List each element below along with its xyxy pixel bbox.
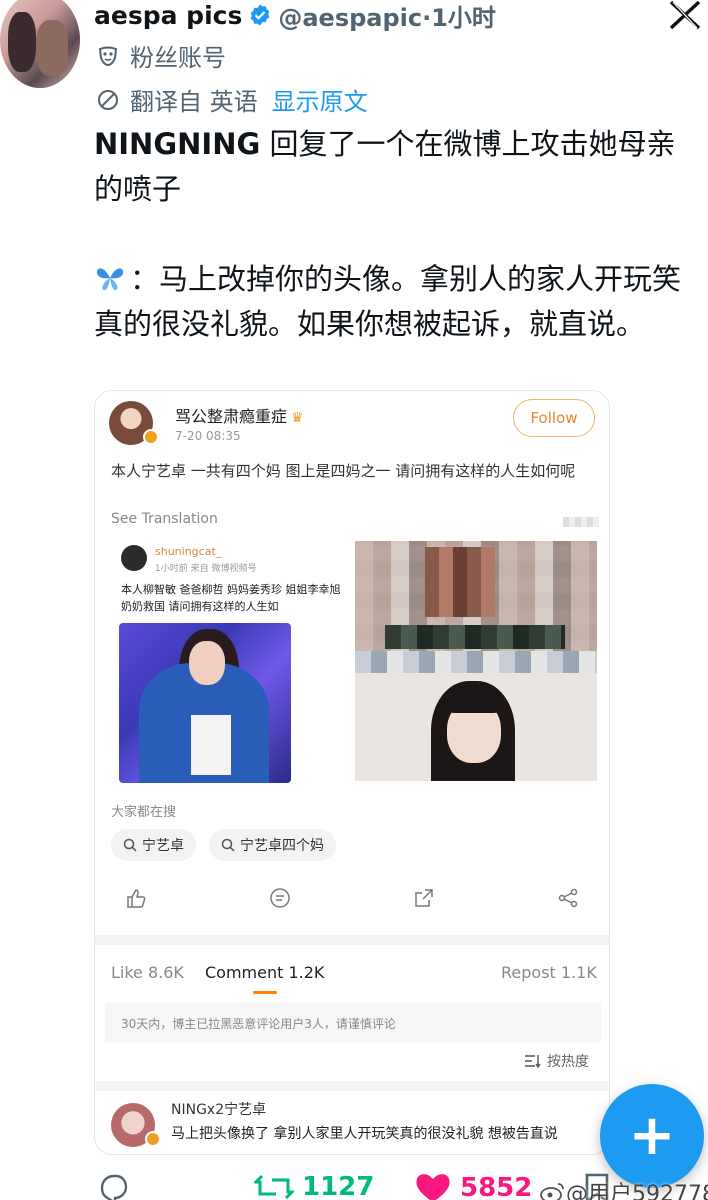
fan-account-label: 粉丝账号 — [96, 38, 226, 73]
retweet-button[interactable]: 1127 — [254, 1172, 374, 1200]
weibo-watermark: @用户592778a — [540, 1176, 708, 1200]
inner-avatar — [121, 545, 147, 571]
trending-search-label: 大家都在搜 — [111, 805, 177, 820]
plus-icon: + — [628, 1103, 676, 1168]
translate-icon — [98, 89, 118, 110]
retweet-icon — [254, 1174, 294, 1200]
inner-text: 本人柳智敏 爸爸柳哲 妈妈姜秀珍 姐姐李幸旭 奶奶救国 请问拥有这样的人生如 — [121, 583, 341, 613]
active-tab-underline — [253, 991, 277, 994]
section-divider — [95, 935, 609, 945]
translation-info: 翻译自 英语 显示原文 — [96, 82, 368, 117]
tweet-body: NINGNING 回复了一个在微博上攻击她母亲的喷子 ：马上改掉你的头像。拿别人… — [94, 122, 694, 347]
commenter-badge-icon — [145, 1131, 161, 1147]
weibo-time: 7-20 08:35 — [175, 429, 241, 443]
weibo-username: 骂公整肃瘾重症 ♛ — [175, 407, 304, 426]
repost-count: Repost 1.1K — [501, 963, 597, 982]
retweet-count: 1127 — [302, 1172, 375, 1200]
handle-and-time[interactable]: @aespapic·1小时 — [278, 0, 496, 33]
see-translation: See Translation — [111, 511, 218, 527]
tweet-text-quote: ：马上改掉你的头像。拿别人的家人开玩笑真的很没礼貌。如果你想被起诉，就直说。 — [94, 262, 682, 341]
pixelated-blur — [563, 517, 599, 527]
comment-icon — [270, 888, 290, 908]
heart-icon — [416, 1174, 450, 1200]
blue-butterfly-icon — [96, 268, 124, 291]
follow-button: Follow — [513, 399, 595, 437]
thumbs-up-icon — [127, 889, 146, 908]
show-original-link[interactable]: 显示原文 — [272, 82, 368, 117]
mosaic-photo-collage — [355, 541, 597, 781]
pixelated-photo — [355, 541, 597, 673]
section-divider — [95, 1081, 609, 1091]
like-button[interactable]: 5852 — [414, 1172, 532, 1200]
search-chip: 宁艺卓 — [111, 829, 196, 861]
weibo-post-text: 本人宁艺卓 一共有四个妈 图上是四妈之一 请问拥有这样的人生如何呢 — [111, 462, 576, 480]
performer-photo — [119, 623, 291, 783]
like-count: 5852 — [460, 1173, 533, 1200]
girl-photo — [355, 673, 597, 781]
search-icon — [221, 838, 235, 852]
display-name[interactable]: aespa pics — [94, 1, 242, 30]
inner-username: shuningcat_ — [155, 545, 222, 558]
inner-meta: 1小时前 来自 微博视频号 — [155, 564, 257, 574]
search-icon — [123, 838, 137, 852]
comment-count-tab: Comment 1.2K — [205, 963, 325, 982]
close-x-icon[interactable] — [668, 0, 702, 30]
comment-text: 马上把头像换了 拿别人家里人开玩笑真的很没礼貌 想被告直说 — [171, 1126, 558, 1142]
search-chip: 宁艺卓四个妈 — [209, 829, 336, 861]
weibo-vip-badge-icon — [143, 429, 159, 445]
commenter-username: NINGx2宁艺卓 — [171, 1102, 267, 1118]
sort-by-heat: 按热度 — [523, 1051, 589, 1071]
mask-icon — [98, 46, 118, 66]
inner-weibo-post: shuningcat_ 1小时前 来自 微博视频号 本人柳智敏 爸爸柳哲 妈妈姜… — [111, 539, 341, 789]
weibo-action-bar — [95, 887, 609, 917]
share-out-icon — [415, 889, 433, 907]
embedded-weibo-screenshot[interactable]: 骂公整肃瘾重症 ♛ 7-20 08:35 Follow 本人宁艺卓 一共有四个妈 … — [94, 390, 610, 1155]
reply-icon — [100, 1174, 128, 1200]
moderation-notice: 30天内，博主已拉黑恶意评论用户3人，请谨慎评论 — [105, 1003, 601, 1043]
weibo-logo-icon — [540, 1183, 564, 1200]
like-count: Like 8.6K — [111, 963, 184, 982]
tweet-header: aespa pics @aespapic·1小时 — [94, 0, 496, 33]
crown-icon: ♛ — [291, 410, 304, 426]
sort-icon — [525, 1055, 541, 1069]
tweet-text-bold: NINGNING — [94, 127, 261, 161]
share-nodes-icon — [558, 888, 578, 908]
profile-avatar[interactable] — [0, 0, 80, 88]
reply-button[interactable] — [96, 1172, 138, 1200]
verified-badge-icon — [251, 4, 270, 26]
